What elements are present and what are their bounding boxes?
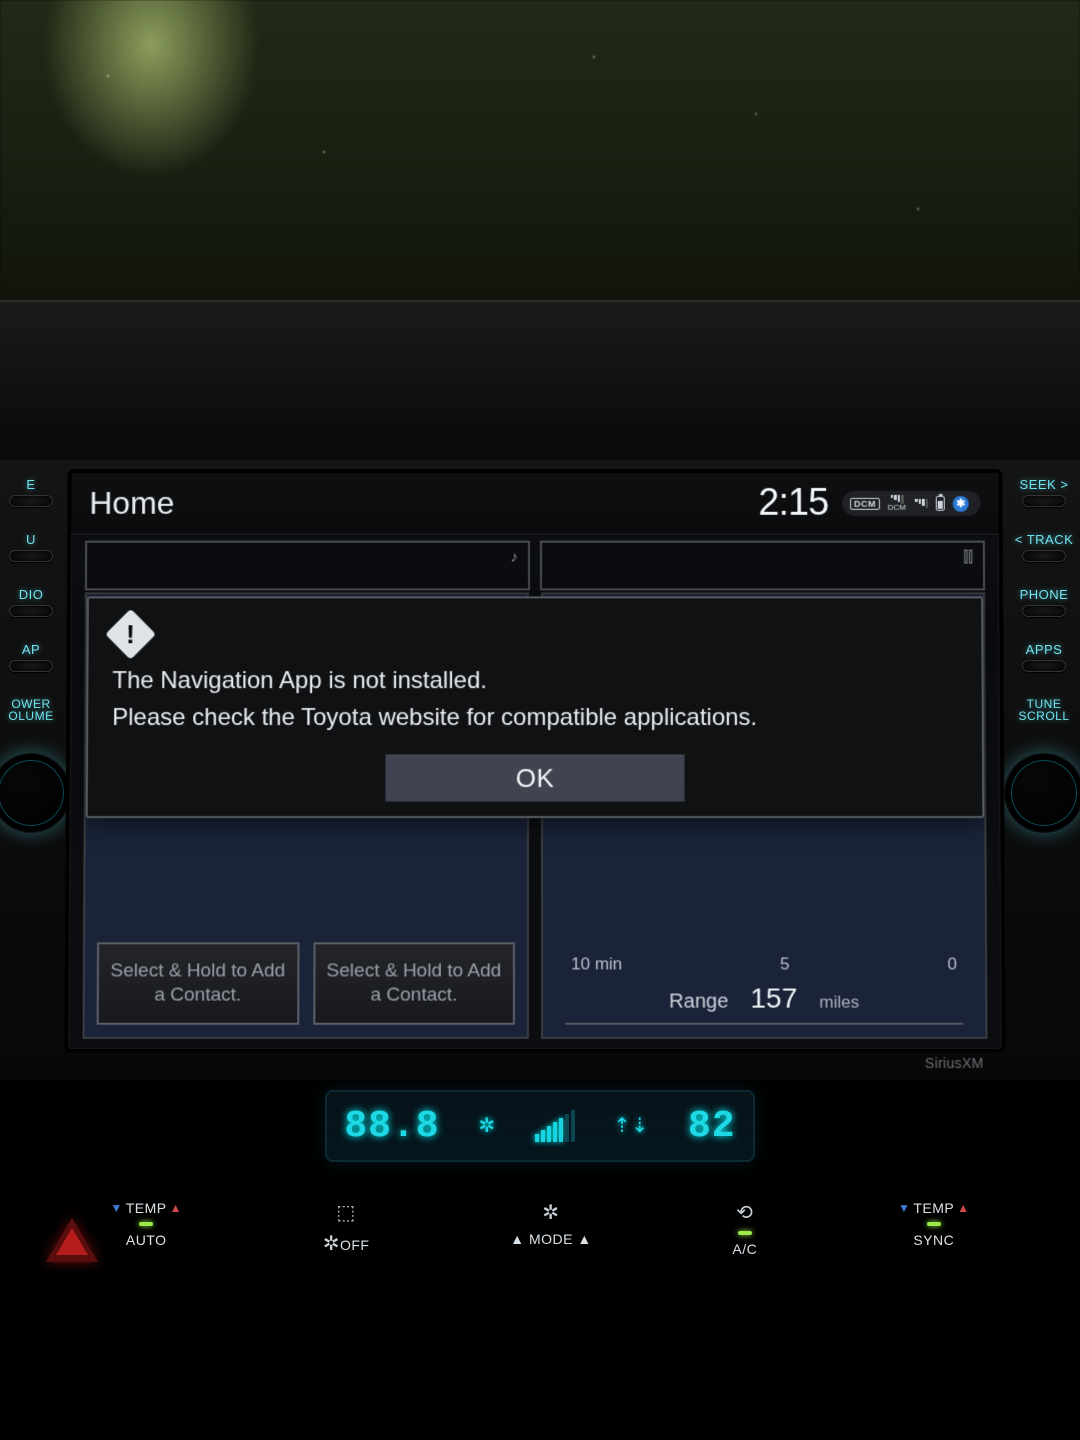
hw-label-tune-scroll: TUNE SCROLL — [1018, 698, 1069, 722]
mode-icon: ✲ — [542, 1200, 559, 1225]
hw-button-phone[interactable]: PHONE — [1020, 588, 1069, 617]
hw-right-column: SEEK > < TRACK PHONE APPS TUNE SCROLL — [1008, 460, 1080, 1080]
hazard-button[interactable] — [46, 1218, 98, 1262]
climate-lcd: 88.8 ✲ ⇡⇣ 82 — [325, 1090, 755, 1162]
hw-button-apps[interactable]: APPS — [1022, 643, 1066, 672]
fan-icon: ✲ — [478, 1113, 496, 1139]
screen-title: Home — [89, 485, 758, 522]
fuel-scale: 10 min 5 0 — [543, 954, 985, 974]
battery-icon — [936, 496, 945, 511]
navigation-dialog: ! The Navigation App is not installed. P… — [86, 596, 985, 818]
temp-left-button[interactable]: ▼TEMP▲ AUTO — [110, 1200, 182, 1248]
headunit-bezel: E U DIO AP OWER OLUME Home 2:15 DCM DCM — [0, 460, 1080, 1080]
climate-left-temp: 88.8 — [344, 1105, 439, 1148]
volume-knob[interactable] — [0, 754, 70, 832]
bluetooth-icon: ✱ — [953, 495, 969, 511]
music-note-icon: ♪ — [511, 549, 518, 566]
climate-panel: 88.8 ✲ ⇡⇣ 82 ▼TEMP▲ AUTO ⬚ ✲OFF ✲ ▲ MODE… — [0, 1090, 1080, 1440]
content-area: ♪ ⫿⫿ Select & Hold to Add a Contact. Sel… — [68, 535, 1001, 1049]
fan-level-icon — [535, 1110, 575, 1142]
upper-panels: ♪ ⫿⫿ — [85, 541, 985, 591]
mode-button[interactable]: ✲ ▲ MODE ▲ — [510, 1200, 592, 1247]
dialog-ok-button[interactable]: OK — [385, 754, 685, 802]
siriusxm-logo: SiriusXM — [925, 1055, 984, 1071]
recirculate-icon: ⟲ — [736, 1200, 753, 1225]
range-readout: Range 157 miles — [543, 983, 985, 1015]
defrost-off-button[interactable]: ⬚ ✲OFF — [323, 1200, 370, 1256]
vent-mode-icon: ⇡⇣ — [614, 1113, 650, 1139]
warning-diamond-icon: ! — [105, 609, 156, 660]
hw-label-power-volume: OWER OLUME — [8, 698, 53, 722]
status-bar: Home 2:15 DCM DCM ✱ — [71, 473, 999, 535]
hw-button-track[interactable]: < TRACK — [1015, 533, 1074, 562]
bar-chart-icon: ⫿⫿ — [963, 549, 973, 566]
dialog-message: The Navigation App is not installed. Ple… — [112, 662, 958, 736]
hw-button-left-1[interactable]: E — [9, 478, 53, 507]
hw-left-column: E U DIO AP OWER OLUME — [0, 460, 62, 1080]
touchscreen: Home 2:15 DCM DCM ✱ ♪ ⫿⫿ — [64, 469, 1005, 1053]
chart-panel[interactable]: ⫿⫿ — [540, 541, 985, 591]
fan-off-icon: ✲ — [323, 1233, 340, 1255]
sync-button[interactable]: ▼TEMP▲ SYNC — [898, 1200, 970, 1248]
audio-panel[interactable]: ♪ — [85, 541, 530, 591]
ac-button[interactable]: ⟲ A/C — [732, 1200, 757, 1257]
hw-button-left-2[interactable]: U — [9, 533, 53, 562]
contact-slot-1[interactable]: Select & Hold to Add a Contact. — [97, 942, 299, 1024]
hw-button-map[interactable]: AP — [9, 643, 53, 672]
climate-right-temp: 82 — [688, 1105, 736, 1148]
tune-knob[interactable] — [1005, 754, 1080, 832]
dcm-icon: DCM — [850, 497, 880, 509]
clock: 2:15 — [758, 482, 828, 525]
contact-slot-2[interactable]: Select & Hold to Add a Contact. — [313, 942, 515, 1024]
status-tray: DCM DCM ✱ — [842, 491, 981, 516]
hw-button-audio[interactable]: DIO — [9, 588, 53, 617]
hw-button-seek[interactable]: SEEK > — [1020, 478, 1069, 507]
signal-icon — [914, 499, 928, 508]
defrost-icon: ⬚ — [336, 1200, 355, 1225]
